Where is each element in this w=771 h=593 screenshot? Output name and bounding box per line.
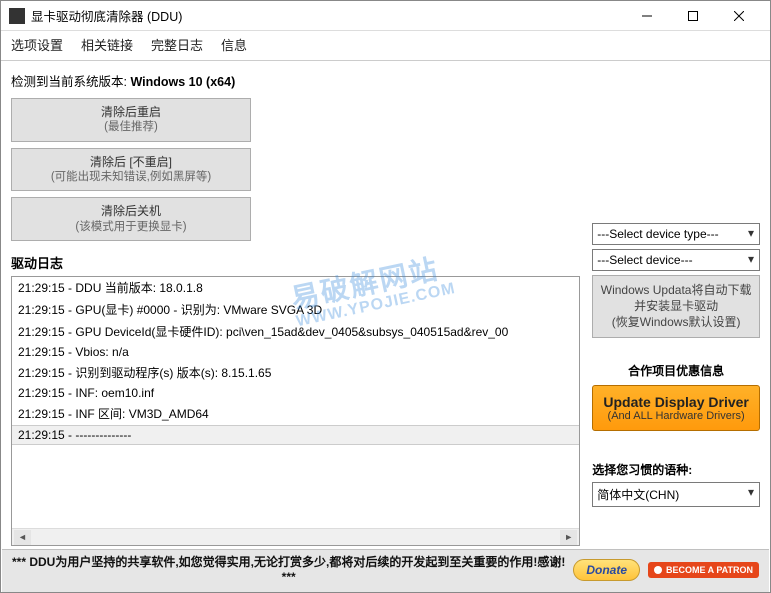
titlebar: 显卡驱动彻底清除器 (DDU)	[1, 1, 770, 31]
update-driver-l1: Update Display Driver	[597, 394, 755, 410]
log-line[interactable]: 21:29:15 - GPU(显卡) #0000 - 识别为: VMware S…	[12, 299, 579, 321]
os-value: Windows 10 (x64)	[130, 75, 235, 89]
menu-log[interactable]: 完整日志	[151, 35, 203, 54]
clean-norestart-button[interactable]: 清除后 [不重启] (可能出现未知错误,例如黑屏等)	[11, 148, 251, 192]
log-line[interactable]: 21:29:15 - INF 区间: VM3D_AMD64	[12, 403, 579, 425]
patreon-icon	[654, 566, 662, 574]
log-line[interactable]: 21:29:15 - DDU 当前版本: 18.0.1.8	[12, 277, 579, 299]
windows-update-button[interactable]: Windows Updata将自动下载并安装显卡驱动 (恢复Windows默认设…	[592, 275, 760, 338]
clean-norestart-label: 清除后 [不重启]	[20, 154, 242, 170]
scroll-left-icon[interactable]: ◄	[14, 530, 31, 545]
log-heading: 驱动日志	[11, 247, 580, 276]
window-title: 显卡驱动彻底清除器 (DDU)	[31, 6, 624, 25]
clean-restart-button[interactable]: 清除后重启 (最佳推荐)	[11, 98, 251, 142]
update-driver-button[interactable]: Update Display Driver (And ALL Hardware …	[592, 385, 760, 431]
horizontal-scrollbar[interactable]: ◄ ►	[12, 528, 579, 545]
log-line[interactable]: 21:29:15 - GPU DeviceId(显卡硬件ID): pci\ven…	[12, 321, 579, 343]
log-box[interactable]: 21:29:15 - DDU 当前版本: 18.0.1.821:29:15 - …	[11, 276, 580, 546]
coop-label: 合作项目优惠信息	[592, 362, 760, 379]
patreon-button[interactable]: BECOME A PATRON	[648, 562, 759, 578]
clean-shutdown-button[interactable]: 清除后关机 (该模式用于更换显卡)	[11, 197, 251, 241]
donate-button[interactable]: Donate	[573, 559, 640, 581]
clean-restart-sub: (最佳推荐)	[20, 120, 242, 136]
update-driver-l2: (And ALL Hardware Drivers)	[597, 410, 755, 422]
clean-shutdown-sub: (该模式用于更换显卡)	[20, 220, 242, 236]
minimize-button[interactable]	[624, 1, 670, 31]
menu-links[interactable]: 相关链接	[81, 35, 133, 54]
maximize-button[interactable]	[670, 1, 716, 31]
window-controls	[624, 1, 762, 31]
os-prefix: 检测到当前系统版本:	[11, 75, 130, 89]
windows-update-l2: (恢复Windows默认设置)	[597, 314, 755, 330]
menubar: 选项设置 相关链接 完整日志 信息	[1, 31, 770, 61]
footer-message: *** DDU为用户坚持的共享软件,如您觉得实用,无论打赏多少,都将对后续的开发…	[12, 555, 565, 586]
close-button[interactable]	[716, 1, 762, 31]
clean-norestart-sub: (可能出现未知错误,例如黑屏等)	[20, 170, 242, 186]
clean-restart-label: 清除后重启	[20, 104, 242, 120]
device-type-select[interactable]: ---Select device type---	[592, 223, 760, 245]
patreon-label: BECOME A PATRON	[666, 565, 753, 575]
app-icon	[9, 8, 25, 24]
language-label: 选择您习惯的语种:	[592, 461, 760, 478]
footer: *** DDU为用户坚持的共享软件,如您觉得实用,无论打赏多少,都将对后续的开发…	[2, 549, 769, 592]
device-select[interactable]: ---Select device---	[592, 249, 760, 271]
log-line[interactable]: 21:29:15 - Vbios: n/a	[12, 343, 579, 362]
windows-update-l1: Windows Updata将自动下载并安装显卡驱动	[597, 282, 755, 314]
log-line[interactable]: 21:29:15 - INF: oem10.inf	[12, 384, 579, 403]
menu-info[interactable]: 信息	[221, 35, 247, 54]
menu-options[interactable]: 选项设置	[11, 35, 63, 54]
scroll-right-icon[interactable]: ►	[560, 530, 577, 545]
language-select[interactable]: 简体中文(CHN)	[592, 482, 760, 507]
log-line[interactable]: 21:29:15 - 识别到驱动程序(s) 版本(s): 8.15.1.65	[12, 362, 579, 384]
log-line[interactable]: 21:29:15 - --------------	[12, 425, 579, 445]
clean-shutdown-label: 清除后关机	[20, 203, 242, 219]
os-version-line: 检测到当前系统版本: Windows 10 (x64)	[11, 67, 580, 98]
